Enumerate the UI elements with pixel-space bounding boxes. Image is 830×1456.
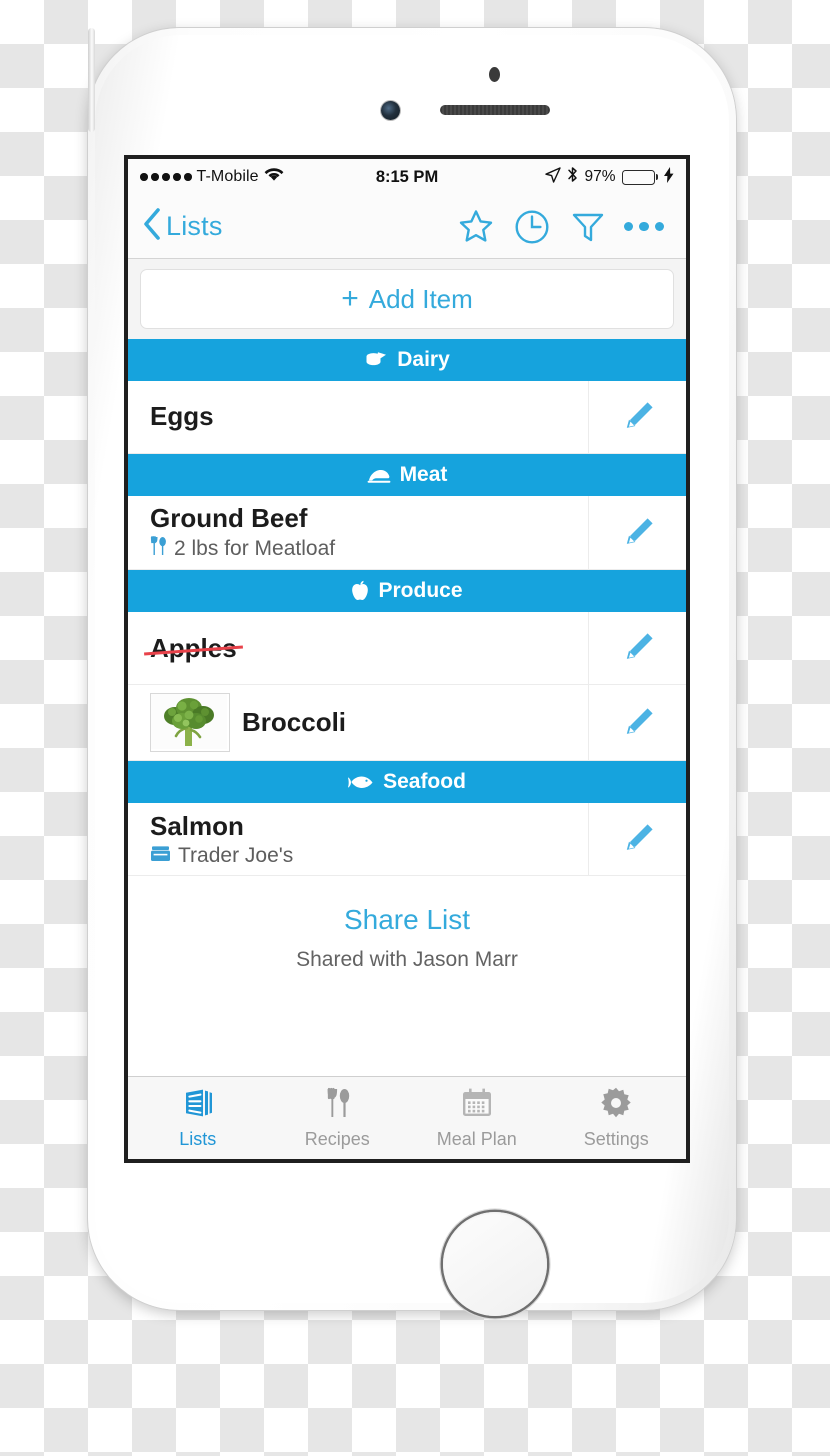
section-title: Produce (378, 579, 463, 603)
pencil-icon (626, 517, 653, 544)
list-item-title-completed: Apples (150, 632, 237, 663)
section-title: Meat (399, 463, 448, 486)
pencil-icon (626, 824, 653, 851)
location-arrow-icon (545, 166, 562, 188)
section-title: Seafood (383, 770, 466, 794)
list-item-title: Ground Beef (150, 503, 308, 533)
list-item-texts: Salmon Trader Joe's (150, 810, 293, 867)
section-title: Dairy (397, 348, 450, 371)
list-item[interactable]: Ground Beef 2 lbs for Meatloaf (128, 496, 686, 571)
list-item-texts: Broccoli (242, 708, 346, 737)
store-icon (150, 844, 171, 867)
back-button-lists[interactable]: Lists (142, 207, 448, 246)
battery-icon (621, 169, 659, 185)
status-bar: T-Mobile 8:15 PM 97% (128, 159, 686, 195)
list-item-content[interactable]: Salmon Trader Joe's (128, 803, 588, 875)
list-item-content[interactable]: Broccoli (128, 685, 588, 760)
bluetooth-icon (567, 166, 578, 188)
favorite-star-icon[interactable] (448, 208, 504, 246)
phone-screen: T-Mobile 8:15 PM 97% Lists + Add Item Da… (124, 155, 690, 1163)
section-header-seafood: Seafood (128, 761, 686, 804)
list-item-texts: Ground Beef 2 lbs for Meatloaf (150, 503, 335, 561)
recent-clock-icon[interactable] (504, 208, 560, 246)
carrier-name: T-Mobile (196, 168, 259, 185)
list-item-subtitle: 2 lbs for Meatloaf (150, 536, 335, 561)
signal-strength-icon (140, 173, 192, 181)
pencil-icon (626, 402, 653, 428)
status-bar-right: 97% (438, 166, 674, 188)
calendar-icon (460, 1086, 494, 1125)
chevron-left-icon (142, 207, 162, 246)
share-list-link[interactable]: Share List (128, 902, 686, 938)
back-button-label: Lists (166, 211, 223, 241)
edit-item-button[interactable] (588, 612, 686, 685)
filter-funnel-icon[interactable] (560, 208, 616, 246)
list-item-content[interactable]: Eggs (128, 381, 588, 453)
list-item-subtitle-text: Trader Joe's (178, 843, 294, 867)
list-item-subtitle: Trader Joe's (150, 844, 293, 867)
status-bar-left: T-Mobile (140, 167, 376, 187)
edit-item-button[interactable] (588, 685, 686, 761)
shared-with-label: Shared with Jason Marr (296, 947, 518, 971)
wifi-icon (264, 167, 284, 187)
tab-recipes[interactable]: Recipes (268, 1077, 408, 1159)
section-header-produce: Produce (128, 570, 686, 613)
list-item-subtitle-text: 2 lbs for Meatloaf (174, 537, 336, 561)
fish-icon (348, 775, 374, 790)
list-item[interactable]: Salmon Trader Joe's (128, 803, 686, 877)
gear-icon (599, 1086, 633, 1125)
list-item[interactable]: Eggs (128, 381, 686, 454)
home-button[interactable] (443, 1212, 547, 1316)
list-item-title: Broccoli (242, 707, 347, 738)
add-item-label: Add Item (368, 283, 473, 314)
battery-percent-label: 97% (584, 168, 616, 185)
tab-label: Lists (179, 1129, 217, 1149)
shopping-list[interactable]: Dairy Eggs Meat Ground Beef 2 lbs for Me… (128, 339, 686, 1076)
tab-meal-plan[interactable]: Meal Plan (407, 1077, 547, 1159)
more-options-icon[interactable] (616, 221, 672, 232)
add-item-bar: + Add Item (128, 259, 686, 339)
pencil-icon (626, 708, 653, 734)
navigation-bar: Lists (128, 195, 686, 259)
list-item-title: Eggs (150, 401, 214, 432)
section-header-meat: Meat (128, 454, 686, 496)
proximity-sensor (489, 67, 500, 82)
lists-icon (181, 1086, 215, 1125)
add-item-button[interactable]: + Add Item (140, 269, 674, 329)
steak-icon (367, 466, 391, 484)
power-button[interactable] (88, 28, 95, 132)
list-item-content[interactable]: Ground Beef 2 lbs for Meatloaf (128, 496, 588, 569)
earpiece-speaker (440, 105, 550, 115)
section-header-dairy: Dairy (128, 339, 686, 381)
tab-label: Recipes (304, 1129, 370, 1149)
tab-bar: Lists Recipes Meal Plan Settings (128, 1076, 686, 1159)
edit-item-button[interactable] (588, 496, 686, 570)
utensils-icon (150, 536, 167, 561)
pencil-icon (626, 633, 653, 660)
list-item-title: Salmon (150, 810, 244, 841)
charging-bolt-icon (664, 166, 674, 188)
edit-item-button[interactable] (588, 803, 686, 876)
edit-item-button[interactable] (588, 381, 686, 453)
plus-icon: + (341, 282, 359, 315)
list-item-texts: Apples (150, 632, 237, 663)
list-item[interactable]: Broccoli (128, 685, 686, 762)
tab-label: Meal Plan (436, 1129, 517, 1149)
list-item-content[interactable]: Apples (128, 612, 588, 684)
utensils-icon (320, 1086, 354, 1125)
tab-label: Settings (583, 1129, 649, 1149)
front-camera (381, 101, 400, 120)
list-item[interactable]: Apples (128, 612, 686, 686)
apple-icon (351, 580, 369, 602)
list-empty-space (128, 971, 686, 1076)
share-section: Share List Shared with Jason Marr (128, 876, 686, 972)
cheese-icon (364, 350, 388, 370)
list-item-texts: Eggs (150, 402, 214, 431)
tab-lists[interactable]: Lists (128, 1077, 268, 1159)
broccoli-photo-thumbnail[interactable] (150, 693, 230, 753)
status-bar-time: 8:15 PM (375, 167, 439, 186)
tab-settings[interactable]: Settings (547, 1077, 687, 1159)
